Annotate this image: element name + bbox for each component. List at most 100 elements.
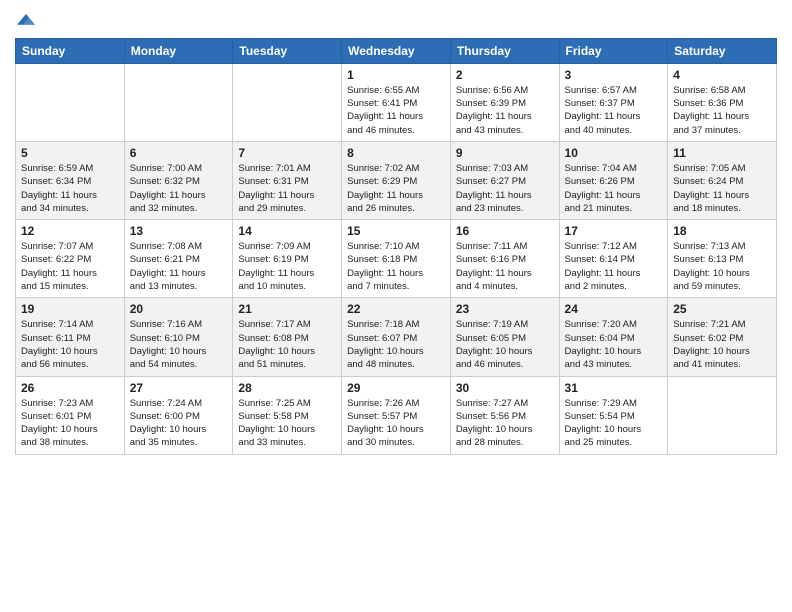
day-number: 11	[673, 146, 771, 160]
day-number: 12	[21, 224, 119, 238]
day-info: Sunrise: 6:58 AM Sunset: 6:36 PM Dayligh…	[673, 84, 771, 137]
day-number: 28	[238, 381, 336, 395]
day-info: Sunrise: 7:07 AM Sunset: 6:22 PM Dayligh…	[21, 240, 119, 293]
day-cell: 31 Sunrise: 7:29 AM Sunset: 5:54 PM Dayli…	[559, 376, 668, 454]
day-info: Sunrise: 7:10 AM Sunset: 6:18 PM Dayligh…	[347, 240, 445, 293]
day-cell: 1 Sunrise: 6:55 AM Sunset: 6:41 PM Daylig…	[342, 63, 451, 141]
day-number: 18	[673, 224, 771, 238]
day-cell: 8 Sunrise: 7:02 AM Sunset: 6:29 PM Daylig…	[342, 141, 451, 219]
day-number: 16	[456, 224, 554, 238]
day-cell: 3Sunrise: 6:57 AM Sunset: 6:37 PM Daylig…	[559, 63, 668, 141]
col-header-tuesday: Tuesday	[233, 38, 342, 63]
day-number: 10	[565, 146, 663, 160]
day-cell: 18 Sunrise: 7:13 AM Sunset: 6:13 PM Dayli…	[668, 220, 777, 298]
day-info: Sunrise: 7:03 AM Sunset: 6:27 PM Dayligh…	[456, 162, 554, 215]
day-cell: 2 Sunrise: 6:56 AM Sunset: 6:39 PM Daylig…	[450, 63, 559, 141]
day-info: Sunrise: 7:20 AM Sunset: 6:04 PM Dayligh…	[565, 318, 663, 371]
day-cell	[16, 63, 125, 141]
day-number: 4	[673, 68, 771, 82]
day-number: 17	[565, 224, 663, 238]
day-info: Sunrise: 7:23 AM Sunset: 6:01 PM Dayligh…	[21, 397, 119, 450]
calendar-header-row: SundayMondayTuesdayWednesdayThursdayFrid…	[16, 38, 777, 63]
day-info: Sunrise: 7:26 AM Sunset: 5:57 PM Dayligh…	[347, 397, 445, 450]
day-info: Sunrise: 7:11 AM Sunset: 6:16 PM Dayligh…	[456, 240, 554, 293]
day-cell: 21 Sunrise: 7:17 AM Sunset: 6:08 PM Dayli…	[233, 298, 342, 376]
day-number: 3	[565, 68, 663, 82]
day-cell: 7Sunrise: 7:01 AM Sunset: 6:31 PM Daylig…	[233, 141, 342, 219]
day-info: Sunrise: 7:16 AM Sunset: 6:10 PM Dayligh…	[130, 318, 228, 371]
day-info: Sunrise: 7:08 AM Sunset: 6:21 PM Dayligh…	[130, 240, 228, 293]
calendar-table: SundayMondayTuesdayWednesdayThursdayFrid…	[15, 38, 777, 455]
day-cell	[124, 63, 233, 141]
day-info: Sunrise: 7:18 AM Sunset: 6:07 PM Dayligh…	[347, 318, 445, 371]
week-row-4: 26 Sunrise: 7:23 AM Sunset: 6:01 PM Dayli…	[16, 376, 777, 454]
day-number: 29	[347, 381, 445, 395]
day-cell: 15 Sunrise: 7:10 AM Sunset: 6:18 PM Dayli…	[342, 220, 451, 298]
day-cell	[233, 63, 342, 141]
day-info: Sunrise: 7:25 AM Sunset: 5:58 PM Dayligh…	[238, 397, 336, 450]
day-info: Sunrise: 6:55 AM Sunset: 6:41 PM Dayligh…	[347, 84, 445, 137]
day-number: 14	[238, 224, 336, 238]
day-info: Sunrise: 6:56 AM Sunset: 6:39 PM Dayligh…	[456, 84, 554, 137]
day-cell: 27Sunrise: 7:24 AM Sunset: 6:00 PM Dayli…	[124, 376, 233, 454]
day-cell: 24 Sunrise: 7:20 AM Sunset: 6:04 PM Dayli…	[559, 298, 668, 376]
week-row-3: 19 Sunrise: 7:14 AM Sunset: 6:11 PM Dayli…	[16, 298, 777, 376]
day-cell: 14Sunrise: 7:09 AM Sunset: 6:19 PM Dayli…	[233, 220, 342, 298]
day-cell	[668, 376, 777, 454]
week-row-1: 5Sunrise: 6:59 AM Sunset: 6:34 PM Daylig…	[16, 141, 777, 219]
day-cell: 19 Sunrise: 7:14 AM Sunset: 6:11 PM Dayli…	[16, 298, 125, 376]
day-cell: 25Sunrise: 7:21 AM Sunset: 6:02 PM Dayli…	[668, 298, 777, 376]
day-number: 22	[347, 302, 445, 316]
day-cell: 29 Sunrise: 7:26 AM Sunset: 5:57 PM Dayli…	[342, 376, 451, 454]
day-info: Sunrise: 7:04 AM Sunset: 6:26 PM Dayligh…	[565, 162, 663, 215]
day-number: 9	[456, 146, 554, 160]
day-number: 6	[130, 146, 228, 160]
day-cell: 6Sunrise: 7:00 AM Sunset: 6:32 PM Daylig…	[124, 141, 233, 219]
day-number: 2	[456, 68, 554, 82]
logo	[15, 10, 35, 30]
logo-icon	[17, 11, 35, 29]
header	[15, 10, 777, 30]
day-info: Sunrise: 7:27 AM Sunset: 5:56 PM Dayligh…	[456, 397, 554, 450]
day-number: 27	[130, 381, 228, 395]
day-cell: 22 Sunrise: 7:18 AM Sunset: 6:07 PM Dayli…	[342, 298, 451, 376]
week-row-2: 12 Sunrise: 7:07 AM Sunset: 6:22 PM Dayli…	[16, 220, 777, 298]
day-cell: 11 Sunrise: 7:05 AM Sunset: 6:24 PM Dayli…	[668, 141, 777, 219]
day-info: Sunrise: 7:13 AM Sunset: 6:13 PM Dayligh…	[673, 240, 771, 293]
day-cell: 30 Sunrise: 7:27 AM Sunset: 5:56 PM Dayli…	[450, 376, 559, 454]
day-cell: 4 Sunrise: 6:58 AM Sunset: 6:36 PM Daylig…	[668, 63, 777, 141]
day-number: 26	[21, 381, 119, 395]
day-number: 15	[347, 224, 445, 238]
day-number: 19	[21, 302, 119, 316]
day-number: 30	[456, 381, 554, 395]
day-info: Sunrise: 7:21 AM Sunset: 6:02 PM Dayligh…	[673, 318, 771, 371]
day-cell: 9 Sunrise: 7:03 AM Sunset: 6:27 PM Daylig…	[450, 141, 559, 219]
day-cell: 23 Sunrise: 7:19 AM Sunset: 6:05 PM Dayli…	[450, 298, 559, 376]
day-cell: 28 Sunrise: 7:25 AM Sunset: 5:58 PM Dayli…	[233, 376, 342, 454]
day-number: 23	[456, 302, 554, 316]
day-info: Sunrise: 7:19 AM Sunset: 6:05 PM Dayligh…	[456, 318, 554, 371]
day-number: 1	[347, 68, 445, 82]
day-cell: 13 Sunrise: 7:08 AM Sunset: 6:21 PM Dayli…	[124, 220, 233, 298]
day-number: 13	[130, 224, 228, 238]
day-cell: 5Sunrise: 6:59 AM Sunset: 6:34 PM Daylig…	[16, 141, 125, 219]
day-number: 7	[238, 146, 336, 160]
col-header-saturday: Saturday	[668, 38, 777, 63]
day-number: 31	[565, 381, 663, 395]
day-cell: 20Sunrise: 7:16 AM Sunset: 6:10 PM Dayli…	[124, 298, 233, 376]
col-header-monday: Monday	[124, 38, 233, 63]
day-info: Sunrise: 7:05 AM Sunset: 6:24 PM Dayligh…	[673, 162, 771, 215]
day-info: Sunrise: 6:59 AM Sunset: 6:34 PM Dayligh…	[21, 162, 119, 215]
day-info: Sunrise: 7:29 AM Sunset: 5:54 PM Dayligh…	[565, 397, 663, 450]
day-info: Sunrise: 7:02 AM Sunset: 6:29 PM Dayligh…	[347, 162, 445, 215]
day-number: 21	[238, 302, 336, 316]
day-info: Sunrise: 7:12 AM Sunset: 6:14 PM Dayligh…	[565, 240, 663, 293]
day-info: Sunrise: 7:14 AM Sunset: 6:11 PM Dayligh…	[21, 318, 119, 371]
day-number: 24	[565, 302, 663, 316]
day-cell: 12 Sunrise: 7:07 AM Sunset: 6:22 PM Dayli…	[16, 220, 125, 298]
col-header-thursday: Thursday	[450, 38, 559, 63]
day-number: 8	[347, 146, 445, 160]
col-header-sunday: Sunday	[16, 38, 125, 63]
day-cell: 26 Sunrise: 7:23 AM Sunset: 6:01 PM Dayli…	[16, 376, 125, 454]
day-info: Sunrise: 7:17 AM Sunset: 6:08 PM Dayligh…	[238, 318, 336, 371]
